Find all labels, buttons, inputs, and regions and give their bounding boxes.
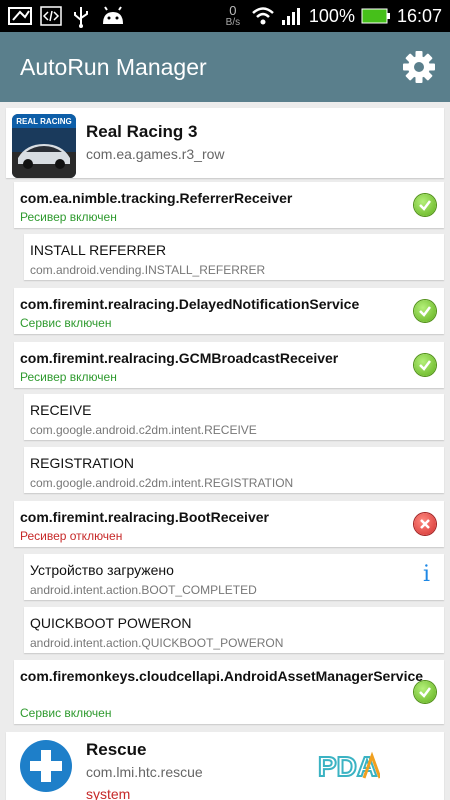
app-item-rescue[interactable]: Rescue com.lmi.htc.rescue system PDA [6,732,444,800]
component-item[interactable]: com.firemint.realracing.BootReceiver Рес… [14,501,444,547]
component-status: Ресивер включен [20,210,117,224]
info-icon[interactable]: i [423,562,430,587]
disabled-cross-icon[interactable] [414,513,436,535]
component-status: Сервис включен [20,316,112,330]
component-name: com.ea.nimble.tracking.ReferrerReceiver [20,190,293,206]
usb-icon [74,7,88,28]
wifi-icon [252,7,274,25]
rescue-app-icon [20,740,72,792]
component-item[interactable]: com.firemonkeys.cloudcellapi.AndroidAsse… [14,660,444,724]
autorun-list[interactable]: REAL RACING Real Racing 3 com.ea.games.r… [0,102,450,800]
component-status: Ресивер включен [20,370,117,384]
app-item-real-racing[interactable]: REAL RACING Real Racing 3 com.ea.games.r… [6,108,444,178]
filter-action: android.intent.action.BOOT_COMPLETED [30,583,257,597]
component-item[interactable]: com.firemint.realracing.DelayedNotificat… [14,288,444,334]
component-item[interactable]: com.firemint.realracing.GCMBroadcastRece… [14,342,444,388]
filter-name: RECEIVE [30,402,92,418]
filter-name: QUICKBOOT POWERON [30,615,192,631]
real-racing-app-icon: REAL RACING [12,114,76,178]
android-debug-icon [103,6,123,24]
status-bar: 0 B/s 100% 16:07 [0,0,450,32]
app-name: Rescue [86,740,147,759]
filter-action: com.google.android.c2dm.intent.RECEIVE [30,423,257,437]
signal-icon [281,8,300,25]
filter-name: INSTALL REFERRER [30,242,167,258]
app-system-label: system [86,786,131,800]
component-item[interactable]: com.ea.nimble.tracking.ReferrerReceiver … [14,182,444,228]
app-title: AutoRun Manager [20,54,207,80]
screenshot-icon [8,7,32,25]
gear-icon[interactable] [402,50,436,84]
filter-action: com.android.vending.INSTALL_REFERRER [30,263,266,277]
battery-icon [361,8,390,24]
component-name: com.firemint.realracing.BootReceiver [20,509,269,525]
component-name: com.firemonkeys.cloudcellapi.AndroidAsse… [20,668,424,684]
code-icon [40,6,62,26]
component-name: com.firemint.realracing.DelayedNotificat… [20,296,360,312]
app-bar: AutoRun Manager [0,32,450,102]
filter-name: REGISTRATION [30,455,134,471]
intent-filter-item: RECEIVE com.google.android.c2dm.intent.R… [24,394,444,440]
filter-action: com.google.android.c2dm.intent.REGISTRAT… [30,476,294,490]
enabled-check-icon[interactable] [414,354,436,376]
app-package: com.lmi.htc.rescue [86,764,203,780]
intent-filter-item: Устройство загружено android.intent.acti… [24,554,444,600]
intent-filter-item: QUICKBOOT POWERON android.intent.action.… [24,607,444,653]
network-speed: 0 B/s [225,3,241,28]
pda-watermark-logo: PDA [318,750,380,782]
clock: 16:07 [396,5,442,26]
filter-name: Устройство загружено [30,562,174,578]
app-package: com.ea.games.r3_row [86,146,225,162]
component-status: Сервис включен [20,706,112,720]
intent-filter-item: REGISTRATION com.google.android.c2dm.int… [24,447,444,493]
enabled-check-icon[interactable] [414,194,436,216]
component-name: com.firemint.realracing.GCMBroadcastRece… [20,350,339,366]
enabled-check-icon[interactable] [414,681,436,703]
intent-filter-item: INSTALL REFERRER com.android.vending.INS… [24,234,444,280]
filter-action: android.intent.action.QUICKBOOT_POWERON [30,636,284,650]
svg-text:REAL RACING: REAL RACING [16,117,71,126]
battery-percent: 100% [308,5,355,26]
app-name: Real Racing 3 [86,122,198,141]
enabled-check-icon[interactable] [414,300,436,322]
component-status: Ресивер отключен [20,529,123,543]
